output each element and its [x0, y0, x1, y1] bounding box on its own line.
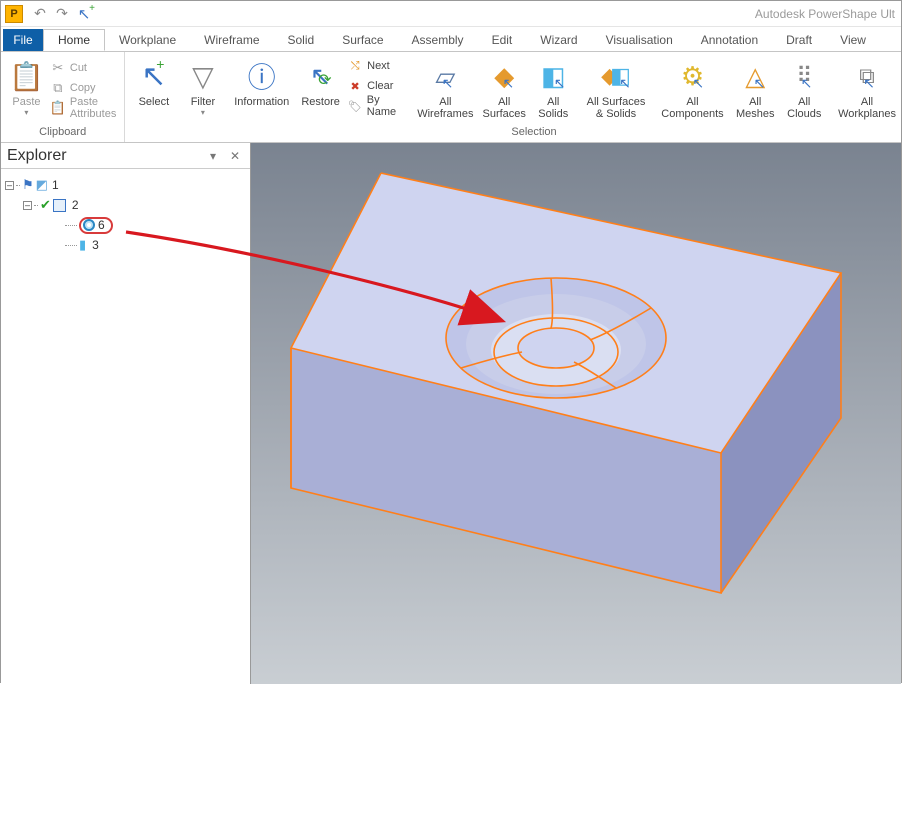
redo-button[interactable]: ↷ [53, 5, 71, 23]
all-wf-label: All Wireframes [417, 96, 473, 120]
explorer-tree[interactable]: – ⚑ ◩ 1 – ✔ 2 6 ▮ [1, 169, 250, 261]
collapse-icon[interactable]: – [5, 181, 14, 190]
next-button[interactable]: ⤭Next [347, 56, 411, 76]
all-surfaces-solids-button[interactable]: ◆◧↖ All Surfaces & Solids [580, 54, 652, 120]
model-geometry [251, 143, 901, 684]
paste-attributes-button[interactable]: 📋Paste Attributes [46, 98, 120, 118]
all-wp-label: All Workplanes [838, 96, 896, 120]
node-6-label: 6 [98, 218, 105, 232]
tree-node-1[interactable]: – ⚑ ◩ 1 [5, 175, 246, 195]
restore-button[interactable]: ↖⟳ Restore [298, 54, 343, 108]
tree-node-2[interactable]: – ✔ 2 [5, 195, 246, 215]
all-meshes-button[interactable]: △↖ All Meshes [733, 54, 778, 120]
all-components-button[interactable]: ⚙↖ All Components [656, 54, 728, 120]
tab-workplane[interactable]: Workplane [105, 29, 190, 51]
group-label-selection: Selection [125, 126, 902, 142]
selection-mini-stack: ⤭Next ✖Clear 🏷By Name [347, 54, 411, 116]
all-workplanes-button[interactable]: ⧉↖ All Workplanes [831, 54, 902, 120]
restore-label: Restore [301, 96, 340, 108]
cut-label: Cut [70, 62, 87, 74]
tab-draft[interactable]: Draft [772, 29, 826, 51]
cut-button[interactable]: ✂Cut [46, 58, 120, 78]
tab-solid[interactable]: Solid [274, 29, 329, 51]
all-wireframes-button[interactable]: ▱↖ All Wireframes [413, 54, 478, 120]
paste-attrs-label: Paste Attributes [70, 96, 116, 120]
all-sol-label: All Solids [538, 96, 568, 120]
tab-wireframe[interactable]: Wireframe [190, 29, 273, 51]
select-label: Select [139, 96, 170, 108]
cube-icon: ▮ [79, 237, 86, 253]
explorer-title: Explorer [7, 147, 210, 165]
group-selection: ↖+ Select ▽ Filter ▾ ⓘ Information ↖⟳ Re… [125, 52, 902, 142]
filter-label: Filter [191, 96, 215, 108]
check-icon: ✔ [40, 197, 51, 213]
tab-visualisation[interactable]: Visualisation [592, 29, 687, 51]
copy-label: Copy [70, 82, 96, 94]
tab-home[interactable]: Home [43, 29, 105, 51]
level-icon: ◩ [36, 177, 48, 193]
all-surf-label: All Surfaces [482, 96, 525, 120]
body-area: Explorer ▾ ✕ – ⚑ ◩ 1 – ✔ 2 [1, 143, 901, 684]
select-button[interactable]: ↖+ Select [131, 54, 176, 108]
paste-label: Paste [12, 96, 40, 108]
all-solids-button[interactable]: ◧↖ All Solids [531, 54, 576, 120]
undo-button[interactable]: ↶ [31, 5, 49, 23]
tab-assembly[interactable]: Assembly [398, 29, 478, 51]
all-comp-label: All Components [661, 96, 723, 120]
explorer-header: Explorer ▾ ✕ [1, 143, 250, 169]
tab-annotation[interactable]: Annotation [687, 29, 772, 51]
collapse-icon[interactable]: – [23, 201, 32, 210]
node-2-label: 2 [72, 198, 79, 212]
clear-button[interactable]: ✖Clear [347, 76, 411, 96]
pin-icon[interactable]: ▾ [210, 149, 226, 163]
all-cloud-label: All Clouds [787, 96, 821, 120]
tab-wizard[interactable]: Wizard [526, 29, 591, 51]
all-mesh-label: All Meshes [736, 96, 775, 120]
by-name-label: By Name [367, 94, 411, 118]
torus-node-highlight[interactable]: 6 [79, 217, 113, 234]
layer-icon [53, 199, 66, 212]
close-panel-icon[interactable]: ✕ [230, 149, 244, 163]
tab-surface[interactable]: Surface [328, 29, 397, 51]
group-label-clipboard: Clipboard [1, 126, 124, 142]
all-ss-label: All Surfaces & Solids [587, 96, 646, 120]
title-bar: P ↶ ↷ ↖ + Autodesk PowerShape Ult [1, 1, 901, 27]
tree-node-3[interactable]: ▮ 3 [5, 235, 246, 255]
node-1-label: 1 [52, 178, 59, 192]
paste-button[interactable]: 📋 Paste ▾ [9, 56, 44, 117]
group-clipboard: 📋 Paste ▾ ✂Cut ⧉Copy 📋Paste Attributes C… [1, 52, 125, 142]
ribbon: 📋 Paste ▾ ✂Cut ⧉Copy 📋Paste Attributes C… [1, 51, 901, 143]
clear-label: Clear [367, 80, 393, 92]
torus-icon [83, 219, 95, 231]
ribbon-tab-bar: File Home Workplane Wireframe Solid Surf… [1, 27, 901, 51]
by-name-button[interactable]: 🏷By Name [347, 96, 411, 116]
filter-button[interactable]: ▽ Filter ▾ [180, 54, 225, 117]
tree-node-6[interactable]: 6 [5, 215, 246, 235]
copy-button[interactable]: ⧉Copy [46, 78, 120, 98]
node-3-label: 3 [92, 238, 99, 252]
tab-edit[interactable]: Edit [478, 29, 527, 51]
window-title: Autodesk PowerShape Ult [95, 7, 901, 21]
app-icon: P [5, 5, 23, 23]
file-tab[interactable]: File [3, 29, 43, 51]
all-surfaces-button[interactable]: ◆↖ All Surfaces [482, 54, 527, 120]
tab-view[interactable]: View [826, 29, 880, 51]
information-button[interactable]: ⓘ Information [229, 54, 294, 108]
all-clouds-button[interactable]: ⠿↖ All Clouds [782, 54, 827, 120]
information-label: Information [234, 96, 289, 108]
viewport-3d[interactable] [251, 143, 901, 684]
explorer-panel: Explorer ▾ ✕ – ⚑ ◩ 1 – ✔ 2 [1, 143, 251, 684]
next-label: Next [367, 60, 390, 72]
cursor-plus-button[interactable]: ↖ + [75, 5, 93, 23]
flag-icon: ⚑ [22, 177, 34, 193]
